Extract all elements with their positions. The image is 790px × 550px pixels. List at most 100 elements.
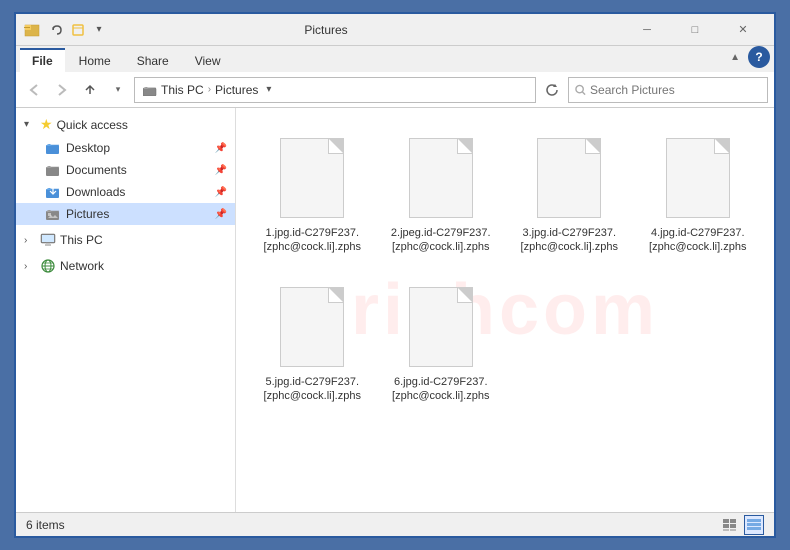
file-page-0 <box>280 138 344 218</box>
documents-folder-icon <box>46 164 60 176</box>
file-corner-4 <box>329 288 343 302</box>
main-area: ▾ ★ Quick access Desktop 📌 <box>16 108 774 512</box>
addressbar: ▾ This PC › Pictures ▾ <box>16 72 774 108</box>
sidebar-section-quick-access: ▾ ★ Quick access Desktop 📌 <box>16 112 235 225</box>
recent-locations-button[interactable]: ▾ <box>106 78 130 102</box>
file-item[interactable]: 1.jpg.id-C279F237.[zphc@cock.li].zphs <box>256 128 369 261</box>
file-icon-4 <box>276 283 348 371</box>
file-page-4 <box>280 287 344 367</box>
file-page-2 <box>537 138 601 218</box>
pictures-label: Pictures <box>66 207 109 221</box>
file-corner-2 <box>586 139 600 153</box>
file-name-2: 3.jpg.id-C279F237.[zphc@cock.li].zphs <box>519 226 619 255</box>
file-page-3 <box>666 138 730 218</box>
search-icon <box>575 84 586 96</box>
window-title: Pictures <box>28 23 624 37</box>
sidebar-section-thispc: › This PC <box>16 229 235 251</box>
file-page-5 <box>409 287 473 367</box>
desktop-pin-icon: 📌 <box>215 143 227 154</box>
address-path[interactable]: This PC › Pictures ▾ <box>134 77 536 103</box>
documents-label: Documents <box>66 163 127 177</box>
desktop-label: Desktop <box>66 141 110 155</box>
file-icon-1 <box>405 134 477 222</box>
tab-file[interactable]: File <box>20 48 65 72</box>
downloads-folder-icon <box>46 185 60 199</box>
path-thispc: This PC <box>161 83 204 97</box>
file-item[interactable]: 6.jpg.id-C279F237.[zphc@cock.li].zphs <box>385 277 498 410</box>
network-icon <box>40 259 56 273</box>
downloads-label: Downloads <box>66 185 125 199</box>
file-item[interactable]: 3.jpg.id-C279F237.[zphc@cock.li].zphs <box>513 128 626 261</box>
help-button[interactable]: ? <box>748 46 770 68</box>
tab-home[interactable]: Home <box>67 48 123 72</box>
files-grid: 1.jpg.id-C279F237.[zphc@cock.li].zphs 2.… <box>236 108 774 429</box>
expand-icon-quick-access: ▾ <box>24 119 36 130</box>
sidebar-item-downloads[interactable]: Downloads 📌 <box>16 181 235 203</box>
network-label: Network <box>60 259 104 273</box>
view-list-button[interactable] <box>720 515 740 535</box>
pictures-pin-icon: 📌 <box>215 209 227 220</box>
file-icon-3 <box>662 134 734 222</box>
file-name-0: 1.jpg.id-C279F237.[zphc@cock.li].zphs <box>262 226 362 255</box>
path-dropdown[interactable]: ▾ <box>266 84 271 95</box>
downloads-pin-icon: 📌 <box>215 187 227 198</box>
tab-view[interactable]: View <box>183 48 233 72</box>
file-corner-5 <box>458 288 472 302</box>
file-area: rishcom 1.jpg.id-C279F237.[zphc@cock.li]… <box>236 108 774 512</box>
item-count: 6 items <box>26 518 65 532</box>
close-button[interactable]: ✕ <box>720 14 766 46</box>
expand-icon-network: › <box>24 261 36 272</box>
file-item[interactable]: 5.jpg.id-C279F237.[zphc@cock.li].zphs <box>256 277 369 410</box>
documents-pin-icon: 📌 <box>215 165 227 176</box>
window-controls: ─ □ ✕ <box>624 14 766 46</box>
up-button[interactable] <box>78 78 102 102</box>
star-icon: ★ <box>40 116 53 133</box>
file-name-5: 6.jpg.id-C279F237.[zphc@cock.li].zphs <box>391 375 491 404</box>
file-corner-0 <box>329 139 343 153</box>
back-button[interactable] <box>22 78 46 102</box>
sidebar: ▾ ★ Quick access Desktop 📌 <box>16 108 236 512</box>
forward-button[interactable] <box>50 78 74 102</box>
file-name-1: 2.jpeg.id-C279F237.[zphc@cock.li].zphs <box>391 226 491 255</box>
minimize-button[interactable]: ─ <box>624 14 670 46</box>
sidebar-header-network[interactable]: › Network <box>16 255 235 277</box>
file-corner-3 <box>715 139 729 153</box>
file-icon-2 <box>533 134 605 222</box>
statusbar: 6 items <box>16 512 774 536</box>
desktop-folder-icon <box>46 142 60 154</box>
sidebar-item-pictures[interactable]: Pictures 📌 <box>16 203 235 225</box>
titlebar: ▾ Pictures ─ □ ✕ <box>16 14 774 46</box>
view-icons-button[interactable] <box>744 515 764 535</box>
refresh-button[interactable] <box>540 78 564 102</box>
sidebar-header-thispc[interactable]: › This PC <box>16 229 235 251</box>
search-input[interactable] <box>590 83 761 97</box>
thispc-icon <box>40 233 56 247</box>
expand-icon-thispc: › <box>24 235 36 246</box>
file-name-3: 4.jpg.id-C279F237.[zphc@cock.li].zphs <box>648 226 748 255</box>
file-item[interactable]: 2.jpeg.id-C279F237.[zphc@cock.li].zphs <box>385 128 498 261</box>
file-icon-0 <box>276 134 348 222</box>
path-sep1: › <box>208 84 211 95</box>
explorer-window: ▾ Pictures ─ □ ✕ File Home Share View ▲ … <box>14 12 776 538</box>
ribbon: File Home Share View ▲ ? <box>16 46 774 72</box>
search-box[interactable] <box>568 77 768 103</box>
sidebar-item-documents[interactable]: Documents 📌 <box>16 159 235 181</box>
quick-access-label: Quick access <box>57 118 128 132</box>
maximize-button[interactable]: □ <box>672 14 718 46</box>
file-page-1 <box>409 138 473 218</box>
file-item[interactable]: 4.jpg.id-C279F237.[zphc@cock.li].zphs <box>642 128 755 261</box>
file-corner-1 <box>458 139 472 153</box>
tab-share[interactable]: Share <box>125 48 181 72</box>
file-name-4: 5.jpg.id-C279F237.[zphc@cock.li].zphs <box>262 375 362 404</box>
ribbon-collapse-button[interactable]: ▲ <box>726 52 744 63</box>
ribbon-tabs: File Home Share View ▲ ? <box>16 46 774 72</box>
file-icon-5 <box>405 283 477 371</box>
statusbar-view-controls <box>720 515 764 535</box>
sidebar-section-network: › Network <box>16 255 235 277</box>
sidebar-item-desktop[interactable]: Desktop 📌 <box>16 137 235 159</box>
ribbon-help-area: ▲ ? <box>726 46 770 72</box>
path-pictures: Pictures <box>215 83 258 97</box>
thispc-label: This PC <box>60 233 103 247</box>
sidebar-header-quick-access[interactable]: ▾ ★ Quick access <box>16 112 235 137</box>
pictures-folder-icon <box>46 208 60 220</box>
